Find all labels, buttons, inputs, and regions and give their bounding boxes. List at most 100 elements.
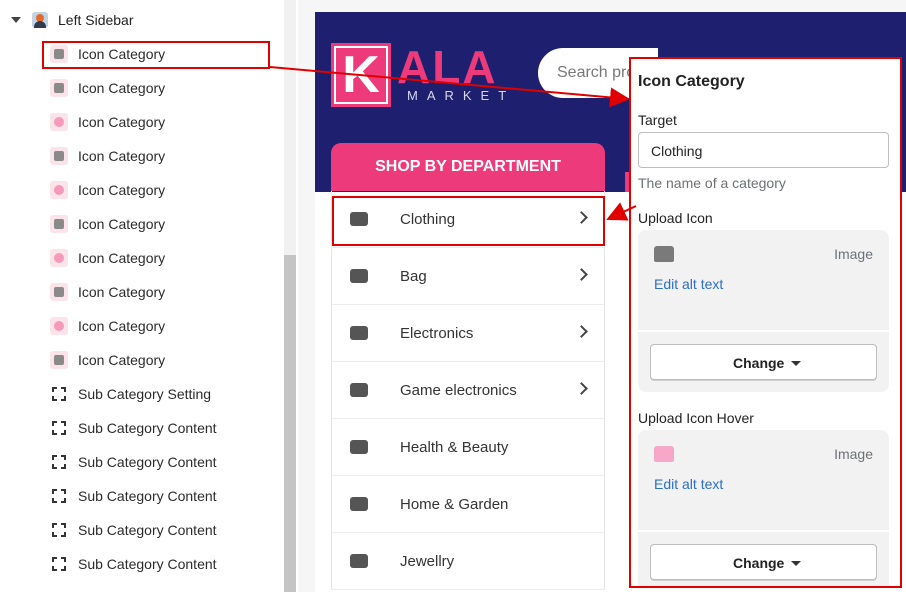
image-thumbnail[interactable] bbox=[654, 244, 674, 264]
tree-item[interactable]: Sub Category Content bbox=[0, 411, 282, 445]
diamond-icon bbox=[348, 551, 370, 571]
boot-icon bbox=[50, 351, 68, 369]
tree-block-list: Icon Category Icon Category Icon Categor… bbox=[0, 37, 282, 581]
tree-item-label: Icon Category bbox=[78, 182, 166, 198]
chevron-right-icon bbox=[575, 211, 588, 224]
tree-item-label: Icon Category bbox=[78, 114, 166, 130]
gamepad-icon bbox=[348, 380, 370, 400]
edit-alt-text-link[interactable]: Edit alt text bbox=[654, 276, 723, 292]
tree-item-label: Icon Category bbox=[78, 318, 166, 334]
department-item[interactable]: Clothing bbox=[332, 191, 604, 248]
tree-item-label: Sub Category Content bbox=[78, 488, 217, 504]
logo-wordmark: ALA bbox=[397, 41, 498, 93]
department-item[interactable]: Jewellry bbox=[332, 533, 604, 590]
bag-icon bbox=[50, 79, 68, 97]
cosmetics-icon bbox=[348, 437, 370, 457]
tree-item-label: Icon Category bbox=[78, 250, 166, 266]
caret-down-icon bbox=[791, 361, 801, 366]
tree-item[interactable]: Sub Category Content bbox=[0, 547, 282, 581]
screenshot-root: Left Sidebar Icon Category Icon Category… bbox=[0, 0, 906, 592]
tree-item-label: Sub Category Content bbox=[78, 454, 217, 470]
tree-item-label: Sub Category Content bbox=[78, 420, 217, 436]
camera-icon bbox=[348, 323, 370, 343]
logo-mark[interactable]: K bbox=[331, 43, 391, 107]
image-type-label: Image bbox=[834, 446, 873, 462]
tree-item[interactable]: Icon Category bbox=[0, 207, 282, 241]
tree-item[interactable]: Icon Category bbox=[0, 139, 282, 173]
department-item[interactable]: Game electronics bbox=[332, 362, 604, 419]
tree-item[interactable]: Sub Category Content bbox=[0, 513, 282, 547]
tree-item[interactable]: Icon Category bbox=[0, 241, 282, 275]
tree-section-title: Left Sidebar bbox=[58, 12, 134, 28]
tree-item[interactable]: Icon Category bbox=[0, 275, 282, 309]
department-item[interactable]: Home & Garden bbox=[332, 476, 604, 533]
tree-item[interactable]: Sub Category Content bbox=[0, 445, 282, 479]
department-label: Game electronics bbox=[400, 381, 517, 399]
section-bracket-icon bbox=[52, 557, 66, 571]
tree-item-label: Sub Category Content bbox=[78, 522, 217, 538]
rattle-icon bbox=[50, 283, 68, 301]
department-item[interactable]: Bag bbox=[332, 248, 604, 305]
cosmetics-icon bbox=[50, 181, 68, 199]
section-bracket-icon bbox=[52, 489, 66, 503]
tree-scrollbar-thumb[interactable] bbox=[284, 255, 296, 592]
chevron-right-icon bbox=[575, 325, 588, 338]
tree-item[interactable]: Icon Category bbox=[0, 71, 282, 105]
upload-icon-hover-label: Upload Icon Hover bbox=[638, 410, 754, 426]
tree-item[interactable]: Sub Category Setting bbox=[0, 377, 282, 411]
section-bracket-icon bbox=[52, 421, 66, 435]
shop-by-department-button[interactable]: SHOP BY DEPARTMENT bbox=[331, 143, 605, 191]
tree-item[interactable]: Icon Category bbox=[0, 105, 282, 139]
target-label: Target bbox=[638, 112, 677, 128]
target-value: Clothing bbox=[651, 143, 703, 159]
tshirt-icon bbox=[348, 209, 370, 229]
section-avatar-icon bbox=[32, 12, 48, 28]
tree-item[interactable]: Icon Category bbox=[0, 173, 282, 207]
block-settings-panel: Icon Category Target Clothing The name o… bbox=[630, 58, 902, 588]
search-placeholder: Search pro bbox=[557, 64, 636, 81]
change-image-button[interactable]: Change bbox=[650, 544, 877, 580]
tree-item[interactable]: Sub Category Content bbox=[0, 479, 282, 513]
change-image-button[interactable]: Change bbox=[650, 344, 877, 380]
tree-item-label: Sub Category Setting bbox=[78, 386, 212, 402]
section-bracket-icon bbox=[52, 455, 66, 469]
diamond-icon bbox=[50, 249, 68, 267]
camera-icon bbox=[50, 113, 68, 131]
tshirt-icon bbox=[654, 446, 674, 462]
tree-item[interactable]: Icon Category bbox=[0, 309, 282, 343]
upload-icon-hover-card: Image Edit alt text Change bbox=[638, 430, 889, 588]
theme-section-tree: Left Sidebar Icon Category Icon Category… bbox=[0, 0, 282, 592]
department-label: Home & Garden bbox=[400, 495, 509, 513]
image-thumbnail[interactable] bbox=[654, 444, 674, 464]
tree-item[interactable]: Icon Category bbox=[0, 37, 282, 71]
caret-down-icon[interactable] bbox=[11, 17, 21, 23]
bathtub-icon bbox=[50, 215, 68, 233]
tree-item-label: Icon Category bbox=[78, 352, 166, 368]
change-button-label: Change bbox=[733, 355, 785, 371]
bag-icon bbox=[348, 266, 370, 286]
tree-item[interactable]: Icon Category bbox=[0, 343, 282, 377]
tree-item-label: Icon Category bbox=[78, 148, 166, 164]
department-item[interactable]: Health & Beauty bbox=[332, 419, 604, 476]
department-list: Clothing Bag Electronics Game electronic… bbox=[331, 191, 605, 590]
tree-section-header[interactable]: Left Sidebar bbox=[0, 6, 134, 34]
department-label: Clothing bbox=[400, 210, 456, 228]
department-label: Health & Beauty bbox=[400, 438, 509, 456]
tree-item-label: Icon Category bbox=[78, 80, 166, 96]
tshirt-icon bbox=[654, 246, 674, 262]
tree-item-label: Icon Category bbox=[78, 284, 166, 300]
edit-alt-text-link[interactable]: Edit alt text bbox=[654, 476, 723, 492]
tree-item-label: Icon Category bbox=[78, 46, 166, 62]
upload-icon-card: Image Edit alt text Change bbox=[638, 230, 889, 392]
gamepad-icon bbox=[50, 147, 68, 165]
department-item[interactable]: Electronics bbox=[332, 305, 604, 362]
target-input[interactable]: Clothing bbox=[638, 132, 889, 168]
logo-subtitle: MARKET bbox=[407, 88, 516, 103]
bathtub-icon bbox=[348, 494, 370, 514]
settings-title: Icon Category bbox=[638, 73, 745, 90]
caret-down-icon bbox=[791, 561, 801, 566]
target-help-text: The name of a category bbox=[638, 175, 786, 191]
change-button-label: Change bbox=[733, 555, 785, 571]
department-label: Electronics bbox=[400, 324, 474, 342]
department-label: Bag bbox=[400, 267, 427, 285]
